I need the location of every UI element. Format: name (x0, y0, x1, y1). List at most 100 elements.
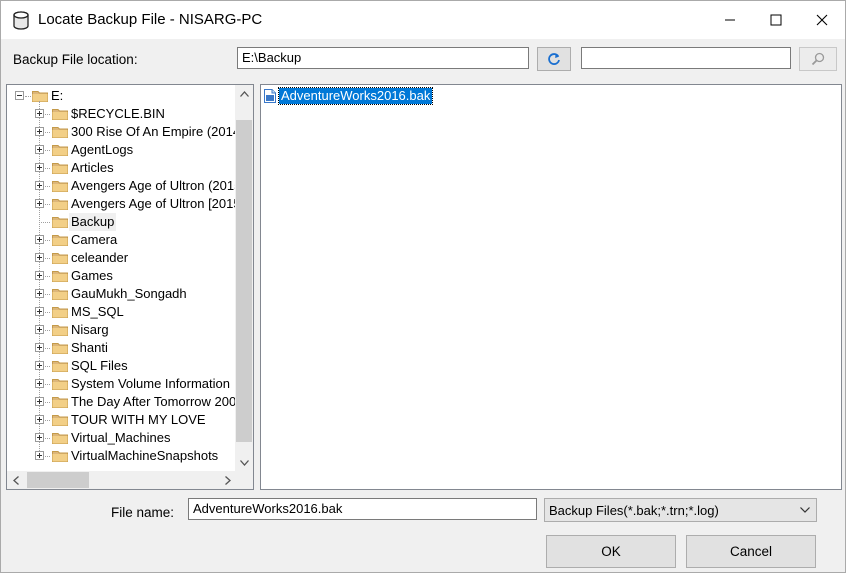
folder-icon (52, 307, 68, 318)
tree-node-label: SQL Files (71, 358, 128, 373)
folder-icon (52, 343, 68, 354)
folder-icon (52, 253, 68, 264)
file-name-input[interactable]: AdventureWorks2016.bak (188, 498, 537, 520)
tree-node-label: Nisarg (71, 322, 109, 337)
scroll-up-icon[interactable] (235, 85, 253, 103)
minimize-button[interactable] (707, 1, 753, 39)
scrollbar-corner (235, 471, 253, 489)
tree-node-root[interactable]: E: (7, 87, 237, 105)
expand-icon[interactable] (35, 343, 44, 352)
maximize-icon (770, 14, 782, 26)
tree-horizontal-scrollbar[interactable] (7, 471, 237, 489)
expand-icon[interactable] (35, 415, 44, 424)
expand-icon[interactable] (35, 361, 44, 370)
folder-tree-body: E: $RECYCLE.BIN 300 Rise Of An Empire (201… (7, 85, 237, 473)
expand-icon[interactable] (35, 325, 44, 334)
folder-icon (52, 325, 68, 336)
tree-node-label: GauMukh_Songadh (71, 286, 187, 301)
tree-node[interactable]: GauMukh_Songadh (7, 285, 237, 303)
folder-icon (52, 145, 68, 156)
title-bar: Locate Backup File - NISARG-PC (1, 1, 845, 39)
chevron-down-icon (800, 507, 810, 513)
tree-node[interactable]: SQL Files (7, 357, 237, 375)
tree-node-label: Avengers Age of Ultron [2015 (71, 196, 237, 211)
tree-node-label: 300 Rise Of An Empire (2014 (71, 124, 237, 139)
tree-node[interactable]: Backup (7, 213, 237, 231)
tree-node[interactable]: VirtualMachineSnapshots (7, 447, 237, 465)
tree-node[interactable]: Avengers Age of Ultron (2015 (7, 177, 237, 195)
tree-node-label: AgentLogs (71, 142, 134, 157)
refresh-button[interactable] (537, 47, 571, 71)
scroll-down-icon[interactable] (235, 454, 253, 472)
tree-node[interactable]: Virtual_Machines (7, 429, 237, 447)
folder-tree[interactable]: E: $RECYCLE.BIN 300 Rise Of An Empire (201… (6, 84, 254, 490)
expand-icon[interactable] (35, 109, 44, 118)
tree-node[interactable]: Articles (7, 159, 237, 177)
expand-icon[interactable] (35, 307, 44, 316)
tree-node-label: Avengers Age of Ultron (2015 (71, 178, 237, 193)
tree-node-label: Camera (71, 232, 118, 247)
tree-node[interactable]: Shanti (7, 339, 237, 357)
expand-icon[interactable] (35, 163, 44, 172)
expand-icon[interactable] (35, 253, 44, 262)
tree-node[interactable]: AgentLogs (7, 141, 237, 159)
tree-node-label: TOUR WITH MY LOVE (71, 412, 206, 427)
file-list[interactable]: AdventureWorks2016.bak (260, 84, 842, 490)
tree-node[interactable]: MS_SQL (7, 303, 237, 321)
tree-node-label: celeander (71, 250, 129, 265)
folder-icon (52, 361, 68, 372)
scroll-left-icon[interactable] (7, 471, 25, 489)
search-button[interactable] (799, 47, 837, 71)
database-icon (13, 11, 29, 30)
tree-vertical-scrollbar[interactable] (235, 85, 253, 472)
tree-node-label: MS_SQL (71, 304, 124, 319)
tree-node-label: $RECYCLE.BIN (71, 106, 165, 121)
tree-horizontal-thumb[interactable] (27, 472, 89, 488)
tree-node[interactable]: Camera (7, 231, 237, 249)
tree-node[interactable]: 300 Rise Of An Empire (2014 (7, 123, 237, 141)
file-type-selected: Backup Files(*.bak;*.trn;*.log) (549, 503, 719, 518)
tree-node[interactable]: Games (7, 267, 237, 285)
minimize-icon (725, 19, 735, 21)
collapse-icon[interactable] (15, 91, 24, 100)
expand-icon[interactable] (35, 271, 44, 280)
tree-node[interactable]: Avengers Age of Ultron [2015 (7, 195, 237, 213)
tree-node-label: The Day After Tomorrow 2004 (71, 394, 237, 409)
backup-location-input[interactable]: E:\Backup (237, 47, 529, 69)
folder-icon (52, 379, 68, 390)
expand-icon[interactable] (35, 289, 44, 298)
close-button[interactable] (799, 1, 845, 39)
expand-icon[interactable] (35, 379, 44, 388)
tree-node[interactable]: celeander (7, 249, 237, 267)
tree-node[interactable]: Nisarg (7, 321, 237, 339)
file-name: AdventureWorks2016.bak (277, 87, 434, 105)
expand-icon[interactable] (35, 397, 44, 406)
expand-icon[interactable] (35, 433, 44, 442)
expand-icon[interactable] (35, 199, 44, 208)
tree-node[interactable]: TOUR WITH MY LOVE (7, 411, 237, 429)
tree-node-label: Virtual_Machines (71, 430, 171, 445)
tree-node[interactable]: System Volume Information (7, 375, 237, 393)
folder-icon (52, 163, 68, 174)
expand-icon[interactable] (35, 235, 44, 244)
folder-icon (52, 415, 68, 426)
refresh-icon (548, 53, 560, 65)
tree-node[interactable]: The Day After Tomorrow 2004 (7, 393, 237, 411)
expand-icon[interactable] (35, 145, 44, 154)
folder-icon (52, 289, 68, 300)
locate-backup-file-dialog: Locate Backup File - NISARG-PC Backup Fi… (0, 0, 846, 573)
tree-vertical-thumb[interactable] (236, 120, 252, 442)
folder-icon (52, 271, 68, 282)
file-name-label: File name: (111, 505, 175, 520)
expand-icon[interactable] (35, 451, 44, 460)
ok-button[interactable]: OK (546, 535, 676, 568)
cancel-button[interactable]: Cancel (686, 535, 816, 568)
close-icon (816, 14, 828, 26)
search-input[interactable] (581, 47, 791, 69)
expand-icon[interactable] (35, 181, 44, 190)
file-type-dropdown[interactable]: Backup Files(*.bak;*.trn;*.log) (544, 498, 817, 522)
tree-node[interactable]: $RECYCLE.BIN (7, 105, 237, 123)
folder-icon (52, 433, 68, 444)
expand-icon[interactable] (35, 127, 44, 136)
maximize-button[interactable] (753, 1, 799, 39)
